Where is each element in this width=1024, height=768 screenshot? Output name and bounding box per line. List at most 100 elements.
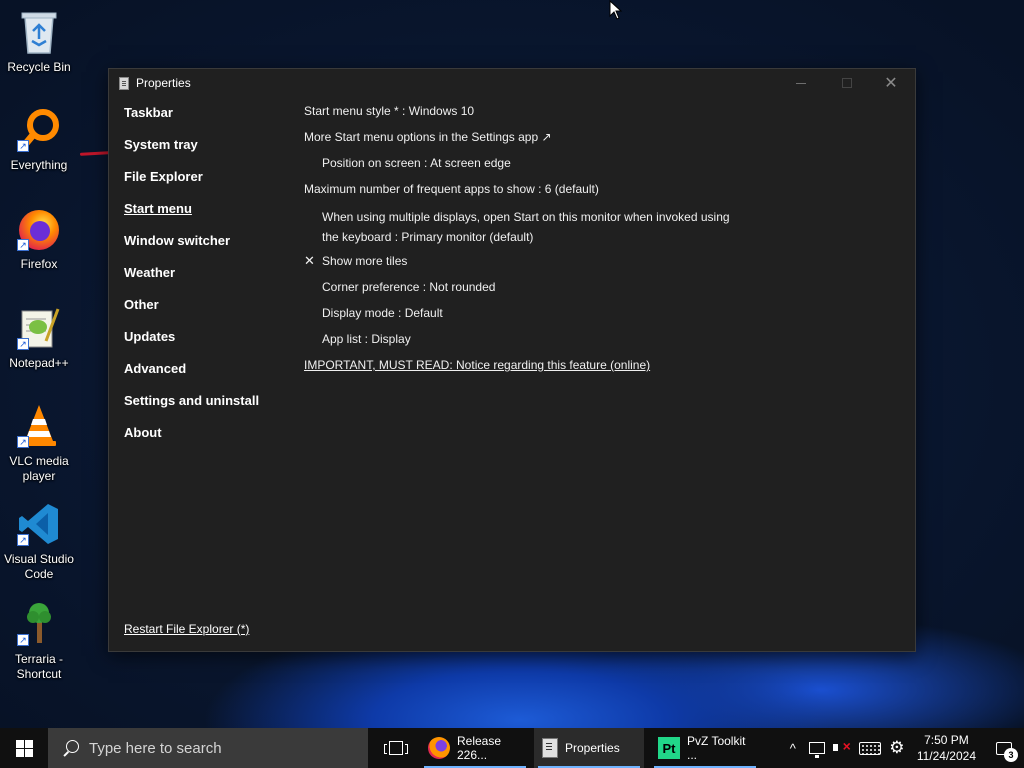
properties-app-icon <box>119 76 129 90</box>
settings-sidebar: Taskbar System tray File Explorer Start … <box>124 103 294 455</box>
shortcut-arrow-icon: ↗ <box>17 338 29 350</box>
desktop-icon-label: VLC media player <box>9 454 69 483</box>
start-button[interactable] <box>0 728 48 768</box>
desktop-icon-notepad-plus-plus[interactable]: ↗ Notepad++ <box>0 304 78 371</box>
maximize-button[interactable] <box>825 69 869 97</box>
mouse-cursor-icon <box>609 0 623 20</box>
shortcut-arrow-icon: ↗ <box>17 140 29 152</box>
pycharm-icon: Pt <box>658 737 680 759</box>
vlc-icon: ↗ <box>15 402 63 450</box>
desktop-icon-label: Visual Studio Code <box>4 552 74 581</box>
more-start-options-link[interactable]: More Start menu options in the Settings … <box>304 127 904 153</box>
shortcut-arrow-icon: ↗ <box>17 534 29 546</box>
window-title: Properties <box>136 76 191 90</box>
show-more-tiles-toggle[interactable]: ✕ Show more tiles <box>304 251 904 277</box>
search-input[interactable] <box>89 739 349 757</box>
important-notice-link[interactable]: IMPORTANT, MUST READ: Notice regarding t… <box>304 355 904 381</box>
show-hidden-icons-button[interactable]: ^ <box>781 728 805 768</box>
sidebar-item-settings-and-uninstall[interactable]: Settings and uninstall <box>124 391 294 423</box>
minimize-button[interactable] <box>779 69 823 97</box>
vscode-icon: ↗ <box>15 500 63 548</box>
max-frequent-apps-setting[interactable]: Maximum number of frequent apps to show … <box>304 179 904 205</box>
start-menu-settings: Start menu style * : Windows 10 More Sta… <box>304 101 904 381</box>
touch-keyboard-button[interactable] <box>855 728 885 768</box>
volume-muted-icon <box>832 738 851 755</box>
desktop-icon-recycle-bin[interactable]: Recycle Bin <box>0 8 78 75</box>
desktop-icon-terraria[interactable]: ↗ Terraria - Shortcut <box>0 600 78 682</box>
desktop-icon-vlc[interactable]: ↗ VLC media player <box>0 402 78 484</box>
multi-display-line-1: When using multiple displays, open Start… <box>322 210 730 224</box>
shortcut-arrow-icon: ↗ <box>17 436 29 448</box>
properties-window: Properties ✕ Taskbar System tray File Ex… <box>108 68 916 652</box>
volume-button[interactable] <box>829 728 855 768</box>
display-mode-setting[interactable]: Display mode : Default <box>304 303 904 329</box>
sidebar-item-about[interactable]: About <box>124 423 294 455</box>
sidebar-item-window-switcher[interactable]: Window switcher <box>124 231 294 263</box>
desktop-icon-label: Notepad++ <box>9 356 69 370</box>
desktop-icon-firefox[interactable]: ↗ Firefox <box>0 205 78 272</box>
shortcut-arrow-icon: ↗ <box>17 634 29 646</box>
close-icon: ✕ <box>884 75 898 92</box>
properties-icon <box>542 738 558 758</box>
title-bar[interactable]: Properties ✕ <box>109 69 915 97</box>
taskbar-app-pvz-toolkit[interactable]: Pt PvZ Toolkit ... <box>650 728 760 768</box>
sidebar-item-start-menu[interactable]: Start menu <box>124 199 294 231</box>
position-on-screen-setting[interactable]: Position on screen : At screen edge <box>304 153 904 179</box>
keyboard-icon <box>858 741 881 755</box>
sidebar-item-updates[interactable]: Updates <box>124 327 294 359</box>
action-center-button[interactable]: 3 <box>984 728 1024 768</box>
show-more-tiles-label: Show more tiles <box>322 254 408 268</box>
terraria-icon: ↗ <box>15 600 63 648</box>
sidebar-item-file-explorer[interactable]: File Explorer <box>124 167 294 199</box>
taskbar-app-label: PvZ Toolkit ... <box>687 734 746 762</box>
notification-count-badge: 3 <box>1004 748 1018 762</box>
desktop-icon-label: Terraria - Shortcut <box>14 652 63 681</box>
start-menu-style-setting[interactable]: Start menu style * : Windows 10 <box>304 101 904 127</box>
clock-time: 7:50 PM <box>924 733 969 747</box>
gear-icon: ⚙ <box>889 738 905 757</box>
clock[interactable]: 7:50 PM 11/24/2024 <box>909 728 984 768</box>
minimize-icon <box>796 82 806 84</box>
sidebar-item-advanced[interactable]: Advanced <box>124 359 294 391</box>
notepad-plus-plus-icon: ↗ <box>15 304 63 352</box>
sidebar-item-weather[interactable]: Weather <box>124 263 294 295</box>
sidebar-item-system-tray[interactable]: System tray <box>124 135 294 167</box>
system-tray: ^ ⚙ 7:50 PM 11/24/2024 3 <box>781 728 1024 768</box>
taskbar-app-label: Properties <box>565 741 620 755</box>
desktop-icon-vscode[interactable]: ↗ Visual Studio Code <box>0 500 78 582</box>
recycle-bin-icon <box>15 8 63 56</box>
everything-search-icon: ↗ <box>15 106 63 154</box>
multi-display-line-2: the keyboard : Primary monitor (default) <box>322 230 534 244</box>
desktop-icon-label: Everything <box>10 158 68 172</box>
firefox-icon: ↗ <box>15 205 63 253</box>
chevron-up-icon: ^ <box>789 740 796 756</box>
checked-x-icon: ✕ <box>304 253 315 268</box>
taskbar-app-firefox[interactable]: Release 226... <box>420 728 530 768</box>
close-button[interactable]: ✕ <box>869 69 913 97</box>
taskbar-app-label: Release 226... <box>457 734 502 762</box>
firefox-icon <box>428 737 450 759</box>
sidebar-item-taskbar[interactable]: Taskbar <box>124 103 294 135</box>
desktop-icon-label: Recycle Bin <box>7 60 71 74</box>
important-notice-label: IMPORTANT, MUST READ: Notice regarding t… <box>304 358 651 372</box>
task-view-icon <box>384 741 408 755</box>
network-button[interactable] <box>805 728 829 768</box>
search-icon <box>62 739 79 757</box>
network-icon <box>808 742 825 758</box>
multi-display-monitor-setting[interactable]: When using multiple displays, open Start… <box>304 205 904 251</box>
corner-preference-setting[interactable]: Corner preference : Not rounded <box>304 277 904 303</box>
red-annotation-mark <box>79 151 111 156</box>
app-list-setting[interactable]: App list : Display <box>304 329 904 355</box>
taskbar-search[interactable] <box>48 728 368 768</box>
sidebar-item-other[interactable]: Other <box>124 295 294 327</box>
task-view-button[interactable] <box>372 728 420 768</box>
desktop-icon-everything[interactable]: ↗ Everything <box>0 106 78 173</box>
desktop-icon-label: Firefox <box>20 257 58 271</box>
taskbar: Release 226... Properties Pt PvZ Toolkit… <box>0 728 1024 768</box>
taskbar-app-properties[interactable]: Properties <box>534 728 644 768</box>
clock-date: 11/24/2024 <box>916 749 976 763</box>
windows-logo-icon <box>15 739 33 757</box>
restart-file-explorer-link[interactable]: Restart File Explorer (*) <box>124 622 249 636</box>
settings-tray-button[interactable]: ⚙ <box>885 728 909 768</box>
maximize-icon <box>842 78 852 88</box>
